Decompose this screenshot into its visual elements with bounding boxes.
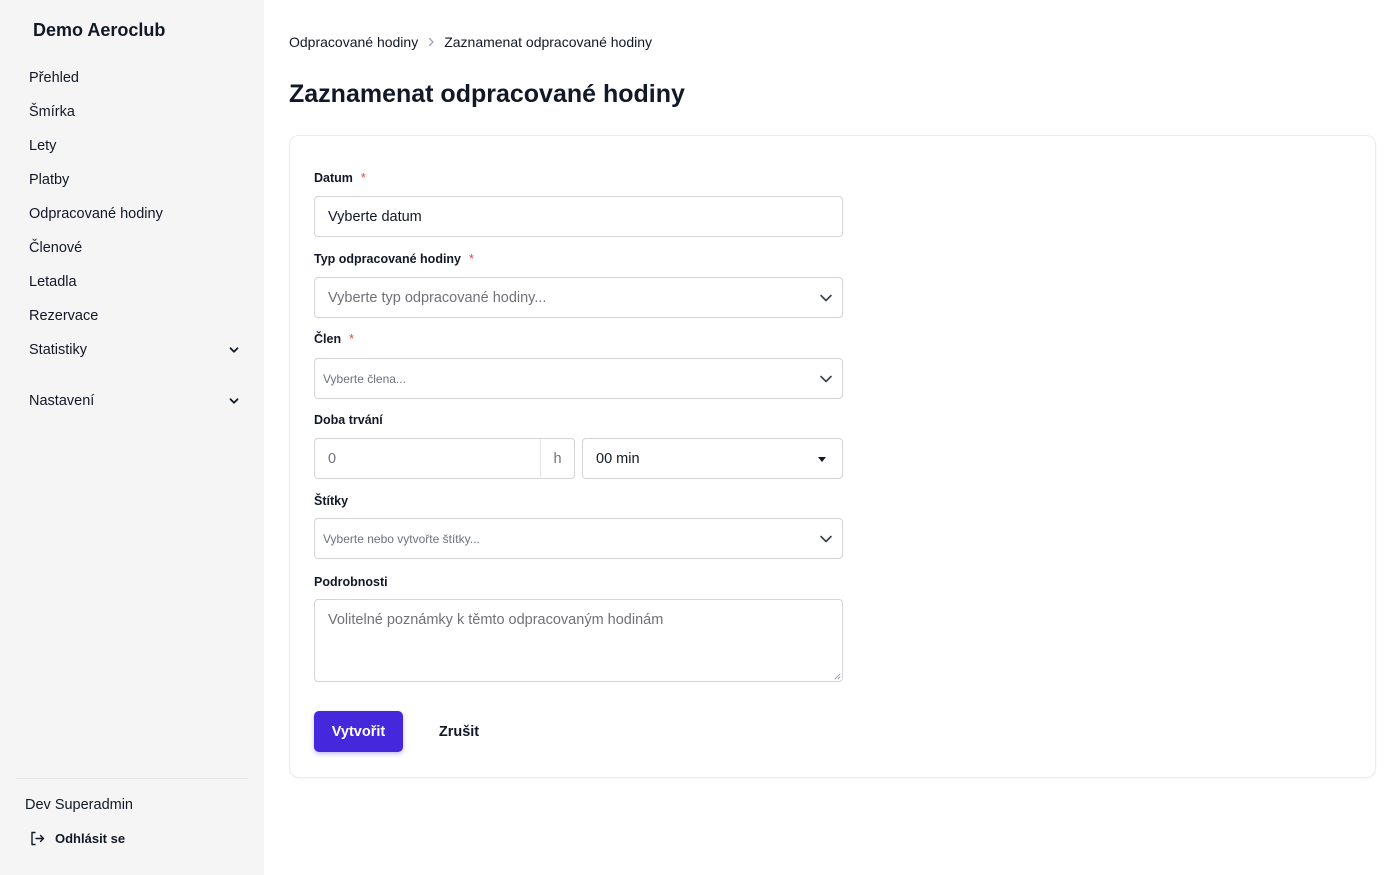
sidebar-item-label: Statistiky xyxy=(29,342,88,358)
sidebar-item-label: Lety xyxy=(29,138,57,154)
sidebar-item-statistiky[interactable]: Statistiky xyxy=(13,333,251,367)
minutes-select-value: 00 min xyxy=(596,450,640,467)
sidebar-divider xyxy=(16,778,248,779)
details-textarea-placeholder: Volitelné poznámky k těmto odpracovaným … xyxy=(328,612,664,628)
sidebar-nav: Přehled Šmírka Lety Platby Odpracované h… xyxy=(13,61,251,418)
resize-handle-icon[interactable] xyxy=(833,672,841,680)
type-label-text: Typ odpracované hodiny xyxy=(314,252,462,266)
brand-name: Demo Aeroclub xyxy=(33,20,166,40)
page-title: Zaznamenat odpracované hodiny xyxy=(289,80,685,108)
chevron-down-icon xyxy=(820,375,832,382)
create-button[interactable]: Vytvořit xyxy=(314,711,403,752)
sidebar-item-lety[interactable]: Lety xyxy=(13,129,251,163)
minutes-select[interactable]: 00 min xyxy=(582,438,843,479)
chevron-down-icon xyxy=(229,347,239,353)
chevron-down-icon xyxy=(229,398,239,404)
breadcrumb-parent-link[interactable]: Odpracované hodiny xyxy=(289,34,418,50)
sidebar-item-nastaveni[interactable]: Nastavení xyxy=(13,384,251,418)
sidebar: Demo Aeroclub Přehled Šmírka Lety Platby… xyxy=(0,0,264,875)
date-label-text: Datum xyxy=(314,171,353,185)
hours-unit: h xyxy=(540,439,574,478)
details-textarea[interactable]: Volitelné poznámky k těmto odpracovaným … xyxy=(314,599,843,682)
tags-select-placeholder: Vyberte nebo vytvořte štítky... xyxy=(323,531,480,546)
caret-down-icon xyxy=(818,456,826,462)
date-label: Datum * xyxy=(314,171,366,185)
sidebar-item-label: Platby xyxy=(29,172,70,188)
required-marker: * xyxy=(469,252,474,266)
chevron-right-icon xyxy=(427,37,435,47)
chevron-down-icon xyxy=(820,535,832,542)
user-name: Dev Superadmin xyxy=(25,797,133,813)
type-label: Typ odpracované hodiny * xyxy=(314,252,474,266)
hours-input-placeholder: 0 xyxy=(328,450,337,467)
breadcrumb-current: Zaznamenat odpracované hodiny xyxy=(444,34,653,50)
sidebar-item-prehled[interactable]: Přehled xyxy=(13,61,251,95)
sidebar-item-label: Přehled xyxy=(29,70,79,86)
sidebar-item-label: Šmírka xyxy=(29,104,75,120)
logout-icon xyxy=(31,831,45,846)
required-marker: * xyxy=(360,171,366,185)
member-label: Člen * xyxy=(314,332,354,346)
tags-select[interactable]: Vyberte nebo vytvořte štítky... xyxy=(314,518,843,559)
hours-input[interactable]: 0 h xyxy=(314,438,575,479)
duration-label: Doba trvání xyxy=(314,413,383,427)
tags-label: Štítky xyxy=(314,494,349,508)
sidebar-item-label: Rezervace xyxy=(29,308,99,324)
sidebar-item-smirka[interactable]: Šmírka xyxy=(13,95,251,129)
member-select-placeholder: Vyberte člena... xyxy=(323,371,406,386)
sidebar-item-label: Letadla xyxy=(29,274,77,290)
member-label-text: Člen xyxy=(314,332,342,346)
sidebar-item-label: Nastavení xyxy=(29,393,95,409)
sidebar-item-label: Odpracované hodiny xyxy=(29,206,163,222)
logout-label: Odhlásit se xyxy=(55,831,126,846)
type-select-placeholder: Vyberte typ odpracované hodiny... xyxy=(328,289,547,306)
type-select[interactable]: Vyberte typ odpracované hodiny... xyxy=(314,277,843,318)
sidebar-item-label: Členové xyxy=(29,240,83,256)
chevron-down-icon xyxy=(820,294,832,301)
date-picker-field[interactable]: Vyberte datum xyxy=(314,196,843,237)
sidebar-item-odpracovane-hodiny[interactable]: Odpracované hodiny xyxy=(13,197,251,231)
breadcrumb: Odpracované hodiny Zaznamenat odpracovan… xyxy=(289,34,652,50)
date-picker-value: Vyberte datum xyxy=(328,208,422,225)
sidebar-item-platby[interactable]: Platby xyxy=(13,163,251,197)
details-label: Podrobnosti xyxy=(314,575,388,589)
sidebar-item-rezervace[interactable]: Rezervace xyxy=(13,299,251,333)
logout-button[interactable]: Odhlásit se xyxy=(29,830,125,847)
member-select[interactable]: Vyberte člena... xyxy=(314,358,843,399)
cancel-button[interactable]: Zrušit xyxy=(424,711,494,752)
sidebar-item-clenove[interactable]: Členové xyxy=(13,231,251,265)
required-marker: * xyxy=(349,332,354,346)
sidebar-item-letadla[interactable]: Letadla xyxy=(13,265,251,299)
